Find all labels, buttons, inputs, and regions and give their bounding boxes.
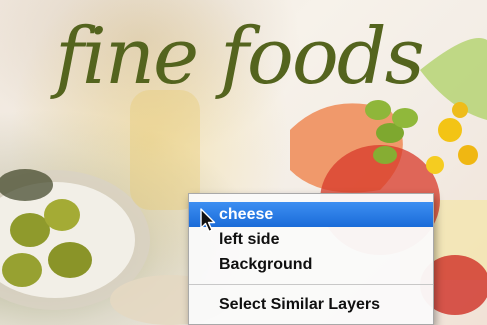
menu-item-cheese[interactable]: cheese [189, 202, 433, 227]
menu-item-left-side[interactable]: left side [189, 227, 433, 252]
menu-item-background[interactable]: Background [189, 252, 433, 277]
photo-canvas[interactable]: fine foods cheese left side Background S… [0, 0, 487, 325]
arrow-cursor-icon [200, 208, 216, 233]
context-menu: cheese left side Background Select Simil… [188, 193, 434, 325]
menu-separator [189, 284, 433, 285]
menu-item-select-similar-layers[interactable]: Select Similar Layers [189, 292, 433, 317]
fine-foods-title: fine foods [55, 12, 425, 102]
